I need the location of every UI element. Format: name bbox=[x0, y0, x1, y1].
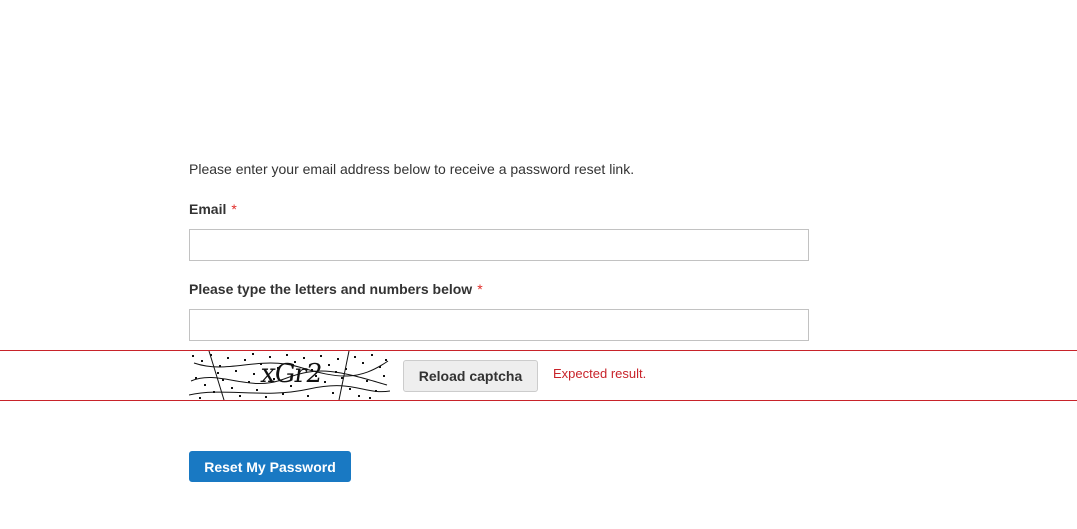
captcha-input[interactable] bbox=[189, 309, 809, 341]
email-required-marker: * bbox=[231, 201, 237, 217]
captcha-image: xGr2 bbox=[188, 350, 391, 401]
email-field[interactable] bbox=[189, 229, 809, 261]
captcha-image-text: xGr2 bbox=[258, 359, 324, 389]
reload-captcha-button[interactable]: Reload captcha bbox=[403, 360, 538, 392]
email-label: Email * bbox=[189, 201, 237, 217]
intro-text: Please enter your email address below to… bbox=[189, 161, 635, 177]
captcha-label-text: Please type the letters and numbers belo… bbox=[189, 281, 473, 297]
highlight-line-top bbox=[0, 350, 1077, 351]
highlight-line-bottom bbox=[0, 400, 1077, 401]
email-label-text: Email bbox=[189, 201, 227, 217]
captcha-result-message: Expected result. bbox=[553, 366, 647, 381]
captcha-label: Please type the letters and numbers belo… bbox=[189, 281, 483, 297]
reset-password-button[interactable]: Reset My Password bbox=[189, 451, 351, 482]
captcha-required-marker: * bbox=[477, 281, 483, 297]
